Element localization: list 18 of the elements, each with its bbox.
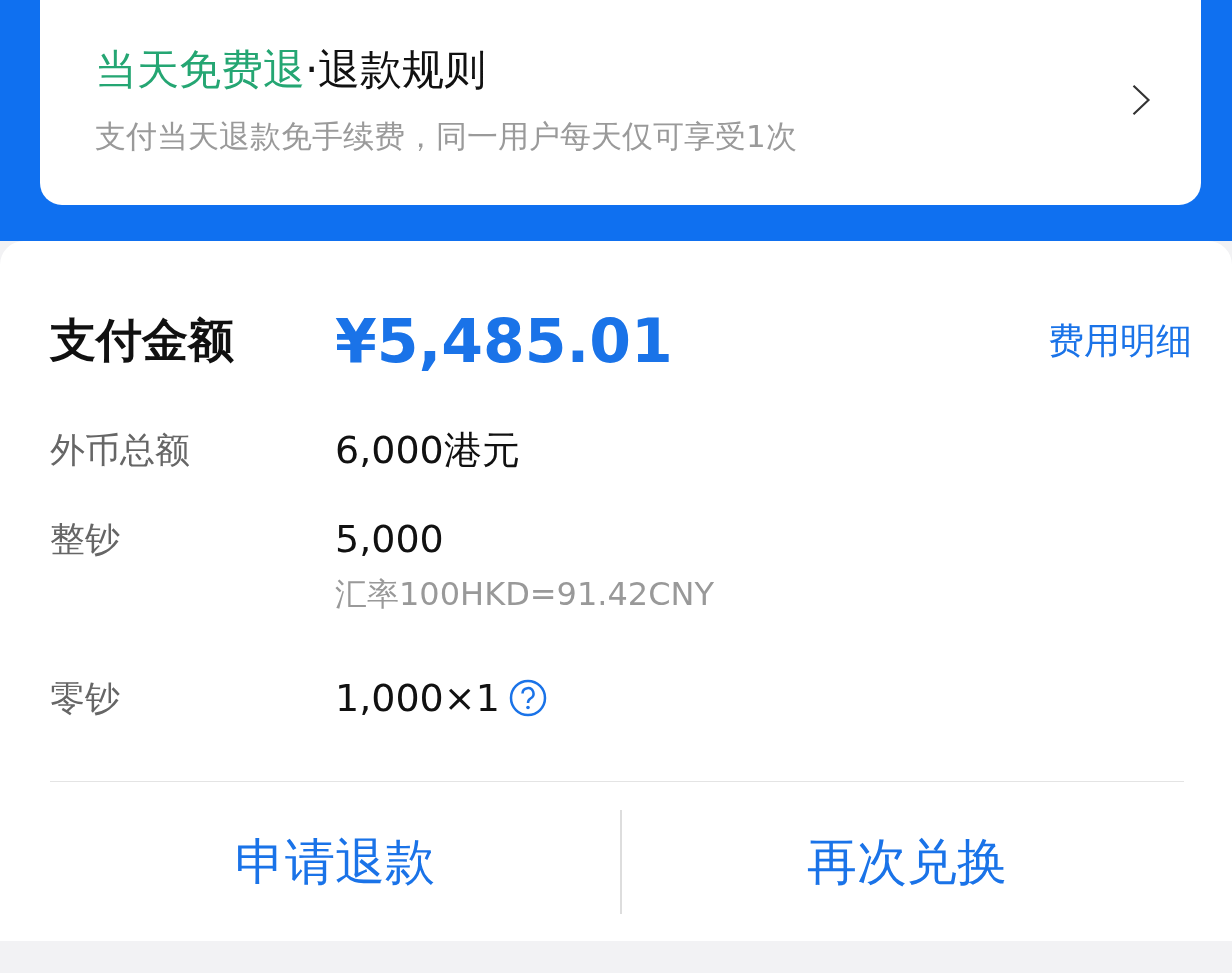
- row-value: 6,000港元: [335, 426, 520, 474]
- row-label: 整钞: [50, 518, 121, 561]
- row-value: 5,000: [335, 517, 444, 561]
- exchange-again-button[interactable]: 再次兑换: [622, 828, 1192, 896]
- payment-label: 支付金额: [50, 312, 235, 369]
- row-label: 零钞: [50, 677, 121, 720]
- free-refund-label: 当天免费退: [95, 45, 305, 94]
- fee-details-link[interactable]: 费用明细: [1048, 316, 1192, 366]
- exchange-rate-note: 汇率100HKD=91.42CNY: [335, 574, 714, 615]
- refund-rules-title: ·退款规则: [305, 45, 487, 94]
- row-value: 1,000×1: [335, 676, 500, 720]
- chevron-right-icon: [1131, 82, 1151, 118]
- refund-button[interactable]: 申请退款: [50, 828, 620, 896]
- help-icon[interactable]: [507, 678, 548, 718]
- refund-rule-card[interactable]: 当天免费退·退款规则 支付当天退款免手续费，同一用户每天仅可享受1次: [40, 0, 1201, 205]
- refund-description: 支付当天退款免手续费，同一用户每天仅可享受1次: [95, 117, 797, 156]
- payment-amount: ¥5,485.01: [335, 306, 674, 376]
- row-label: 外币总额: [50, 429, 191, 472]
